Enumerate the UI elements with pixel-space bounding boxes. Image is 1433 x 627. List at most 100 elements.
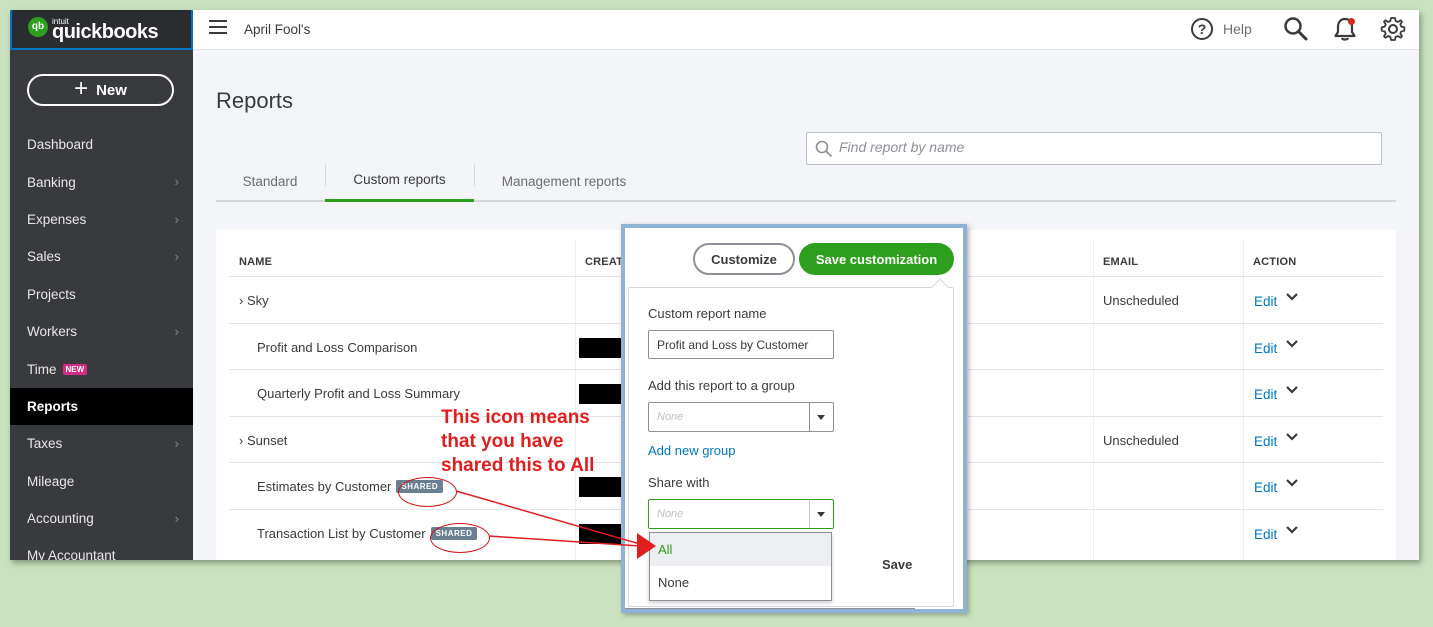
sidebar-item-label: Reports <box>27 398 79 414</box>
email-schedule: Unscheduled <box>1103 432 1179 448</box>
report-tabs: Standard Custom reports Management repor… <box>216 160 1396 202</box>
edit-link[interactable]: Edit <box>1254 294 1277 309</box>
column-header-name[interactable]: NAME <box>239 256 272 268</box>
sidebar-item-mileage[interactable]: Mileage <box>10 463 193 500</box>
sidebar: qb intuit quickbooks + New Dashboard Bank… <box>10 10 193 560</box>
redacted-creator <box>579 337 625 358</box>
report-name-text: › Sky <box>239 293 269 308</box>
report-name-field[interactable]: Profit and Loss by Customer <box>648 330 834 359</box>
sidebar-item-dashboard[interactable]: Dashboard <box>10 126 193 163</box>
shared-badge-highlight-oval <box>398 477 457 507</box>
save-customization-button[interactable]: Save customization <box>799 243 954 275</box>
new-button-label: New <box>96 81 127 99</box>
edit-link[interactable]: Edit <box>1254 434 1277 449</box>
column-header-created[interactable]: CREAT <box>585 256 623 268</box>
redacted-creator <box>579 477 625 498</box>
group-select-value: None <box>657 411 684 423</box>
top-bar: April Fool's ? Help <box>193 10 1419 50</box>
edit-link[interactable]: Edit <box>1254 527 1277 542</box>
hamburger-icon[interactable] <box>209 20 227 38</box>
sidebar-item-taxes[interactable]: Taxes › <box>10 425 193 462</box>
sidebar-item-time[interactable]: Time NEW <box>10 350 193 387</box>
edit-link[interactable]: Edit <box>1254 387 1277 402</box>
chevron-right-icon: › <box>174 436 179 452</box>
tab-management-reports[interactable]: Management reports <box>474 160 654 202</box>
save-button[interactable]: Save <box>882 557 912 572</box>
logo-text: quickbooks <box>52 21 159 43</box>
group-label: Add this report to a group <box>648 378 795 393</box>
share-with-dropdown: All None <box>649 532 832 601</box>
sidebar-item-label: Expenses <box>27 211 87 227</box>
email-schedule: Unscheduled <box>1103 293 1179 308</box>
report-name[interactable]: › Sunset <box>239 433 287 448</box>
gear-icon[interactable] <box>1380 16 1406 42</box>
sidebar-item-label: Mileage <box>27 473 75 489</box>
report-name-label: Custom report name <box>648 306 767 321</box>
chevron-down-icon[interactable] <box>1285 383 1299 397</box>
dropdown-arrow-icon <box>817 415 825 420</box>
column-header-email[interactable]: EMAIL <box>1103 256 1138 268</box>
company-name: April Fool's <box>244 22 311 37</box>
dropdown-arrow-icon <box>817 512 825 517</box>
logo[interactable]: qb intuit quickbooks <box>10 10 193 50</box>
chevron-right-icon: › <box>174 249 179 265</box>
report-name[interactable]: Profit and Loss Comparison <box>257 340 417 355</box>
edit-link[interactable]: Edit <box>1254 480 1277 495</box>
annotation-callout: This icon means that you have shared thi… <box>441 407 595 476</box>
chevron-down-icon[interactable] <box>1285 476 1299 490</box>
report-search-input[interactable] <box>839 139 1359 155</box>
report-name[interactable]: Quarterly Profit and Loss Summary <box>257 386 460 401</box>
notification-dot <box>1348 18 1355 25</box>
sidebar-item-label: Taxes <box>27 436 63 452</box>
report-name-text: › Sunset <box>239 432 288 448</box>
popup-scroll-edge <box>625 608 915 609</box>
sidebar-item-workers[interactable]: Workers › <box>10 313 193 350</box>
chevron-right-icon: › <box>174 211 179 227</box>
group-select[interactable]: None <box>648 402 834 432</box>
add-new-group-link[interactable]: Add new group <box>648 443 735 458</box>
share-option-none[interactable]: None <box>650 566 831 599</box>
customization-popup: Customize Save customization Custom repo… <box>621 224 967 613</box>
edit-link[interactable]: Edit <box>1254 341 1277 356</box>
tab-standard[interactable]: Standard <box>216 160 324 202</box>
shared-badge-highlight-oval <box>430 523 490 553</box>
report-name-text: Quarterly Profit and Loss Summary <box>257 386 461 402</box>
tab-custom-reports[interactable]: Custom reports <box>325 160 474 202</box>
page-title: Reports <box>216 88 294 113</box>
sidebar-item-banking[interactable]: Banking › <box>10 163 193 200</box>
report-name-text: Profit and Loss Comparison <box>257 339 418 355</box>
chevron-down-icon[interactable] <box>1285 523 1299 537</box>
search-icon[interactable] <box>1283 16 1309 42</box>
sidebar-item-label: Projects <box>27 286 76 302</box>
chevron-down-icon[interactable] <box>1285 290 1299 304</box>
sidebar-item-label: Banking <box>27 174 76 190</box>
share-with-select[interactable]: None <box>648 499 834 529</box>
sidebar-item-expenses[interactable]: Expenses › <box>10 201 193 238</box>
save-customization-panel: Custom report name Profit and Loss by Cu… <box>628 287 954 607</box>
sidebar-item-label: Dashboard <box>27 137 94 153</box>
sidebar-item-label: Accounting <box>27 511 94 527</box>
help-icon[interactable]: ? <box>1191 18 1213 40</box>
quickbooks-logo-icon: qb <box>28 17 48 37</box>
report-name[interactable]: › Sky <box>239 293 269 308</box>
column-header-action: ACTION <box>1253 256 1297 268</box>
sidebar-item-reports[interactable]: Reports <box>10 387 193 426</box>
sidebar-item-sales[interactable]: Sales › <box>10 238 193 275</box>
share-option-all[interactable]: All <box>650 533 831 566</box>
help-link[interactable]: Help <box>1223 21 1252 37</box>
new-badge: NEW <box>62 363 88 375</box>
report-name-text: Estimates by Customer <box>257 479 392 495</box>
sidebar-item-accounting[interactable]: Accounting › <box>10 500 193 537</box>
sidebar-item-label: Workers <box>27 324 78 340</box>
sidebar-item-my-accountant[interactable]: My Accountant <box>10 537 193 560</box>
chevron-down-icon[interactable] <box>1285 337 1299 351</box>
customize-button[interactable]: Customize <box>693 243 795 275</box>
plus-icon: + <box>74 75 89 102</box>
chevron-right-icon: › <box>174 174 179 190</box>
report-name-text: Transaction List by Customer <box>257 526 426 541</box>
sidebar-nav: Dashboard Banking › Expenses › Sales › Projects… <box>10 126 193 560</box>
new-button[interactable]: + New <box>27 74 174 106</box>
chevron-down-icon[interactable] <box>1285 430 1299 444</box>
sidebar-item-projects[interactable]: Projects <box>10 276 193 313</box>
chevron-right-icon: › <box>174 510 179 526</box>
